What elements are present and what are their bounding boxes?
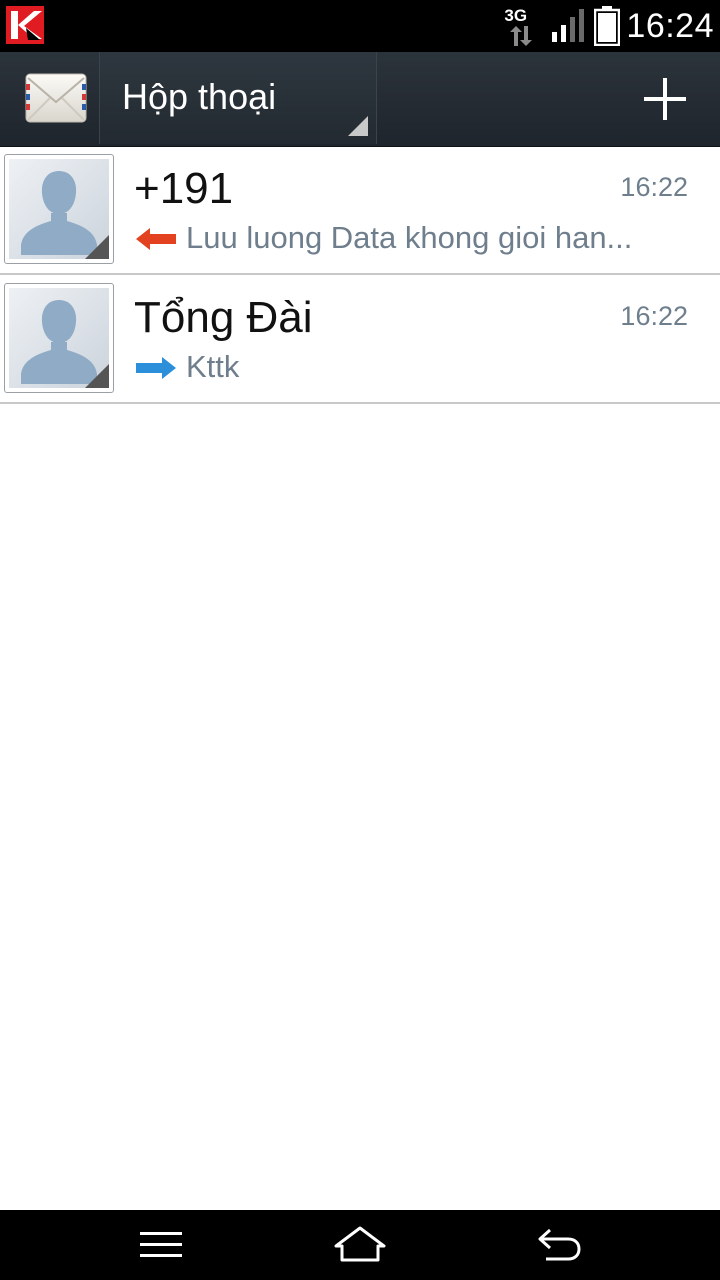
conversation-list: +191 16:22 Luu luong Data khong gioi han… [0,146,720,404]
incoming-arrow-icon [136,228,176,250]
message-snippet: Kttk [186,349,240,384]
dropdown-corner-icon [348,116,368,136]
contact-name: Tổng Đài [134,293,313,342]
status-bar: 3G 16:24 [0,0,720,52]
signal-icon [552,9,585,42]
contact-avatar[interactable] [4,283,114,393]
kaspersky-icon [6,6,44,44]
menu-icon[interactable] [140,1232,182,1258]
envelope-icon[interactable] [24,66,88,130]
contact-avatar[interactable] [4,154,114,264]
home-icon[interactable] [334,1226,386,1262]
spinner-label: Hộp thoại [122,76,277,117]
back-icon[interactable] [536,1226,582,1262]
status-time: 16:24 [626,6,714,45]
add-icon[interactable] [642,76,688,122]
message-snippet: Luu luong Data khong gioi han... [186,220,633,255]
conversation-item[interactable]: Tổng Đài 16:22 Kttk [0,275,720,404]
data-transfer-icon: 3G [502,0,546,52]
navigation-bar [0,1210,720,1280]
action-bar: Hộp thoại [0,52,720,147]
outgoing-arrow-icon [136,357,176,379]
message-time: 16:22 [620,301,688,331]
conversation-item[interactable]: +191 16:22 Luu luong Data khong gioi han… [0,146,720,275]
view-spinner[interactable]: Hộp thoại [99,52,377,144]
message-time: 16:22 [620,172,688,202]
battery-icon [594,6,621,46]
contact-name: +191 [134,164,234,213]
network-type-label: 3G [504,6,528,25]
